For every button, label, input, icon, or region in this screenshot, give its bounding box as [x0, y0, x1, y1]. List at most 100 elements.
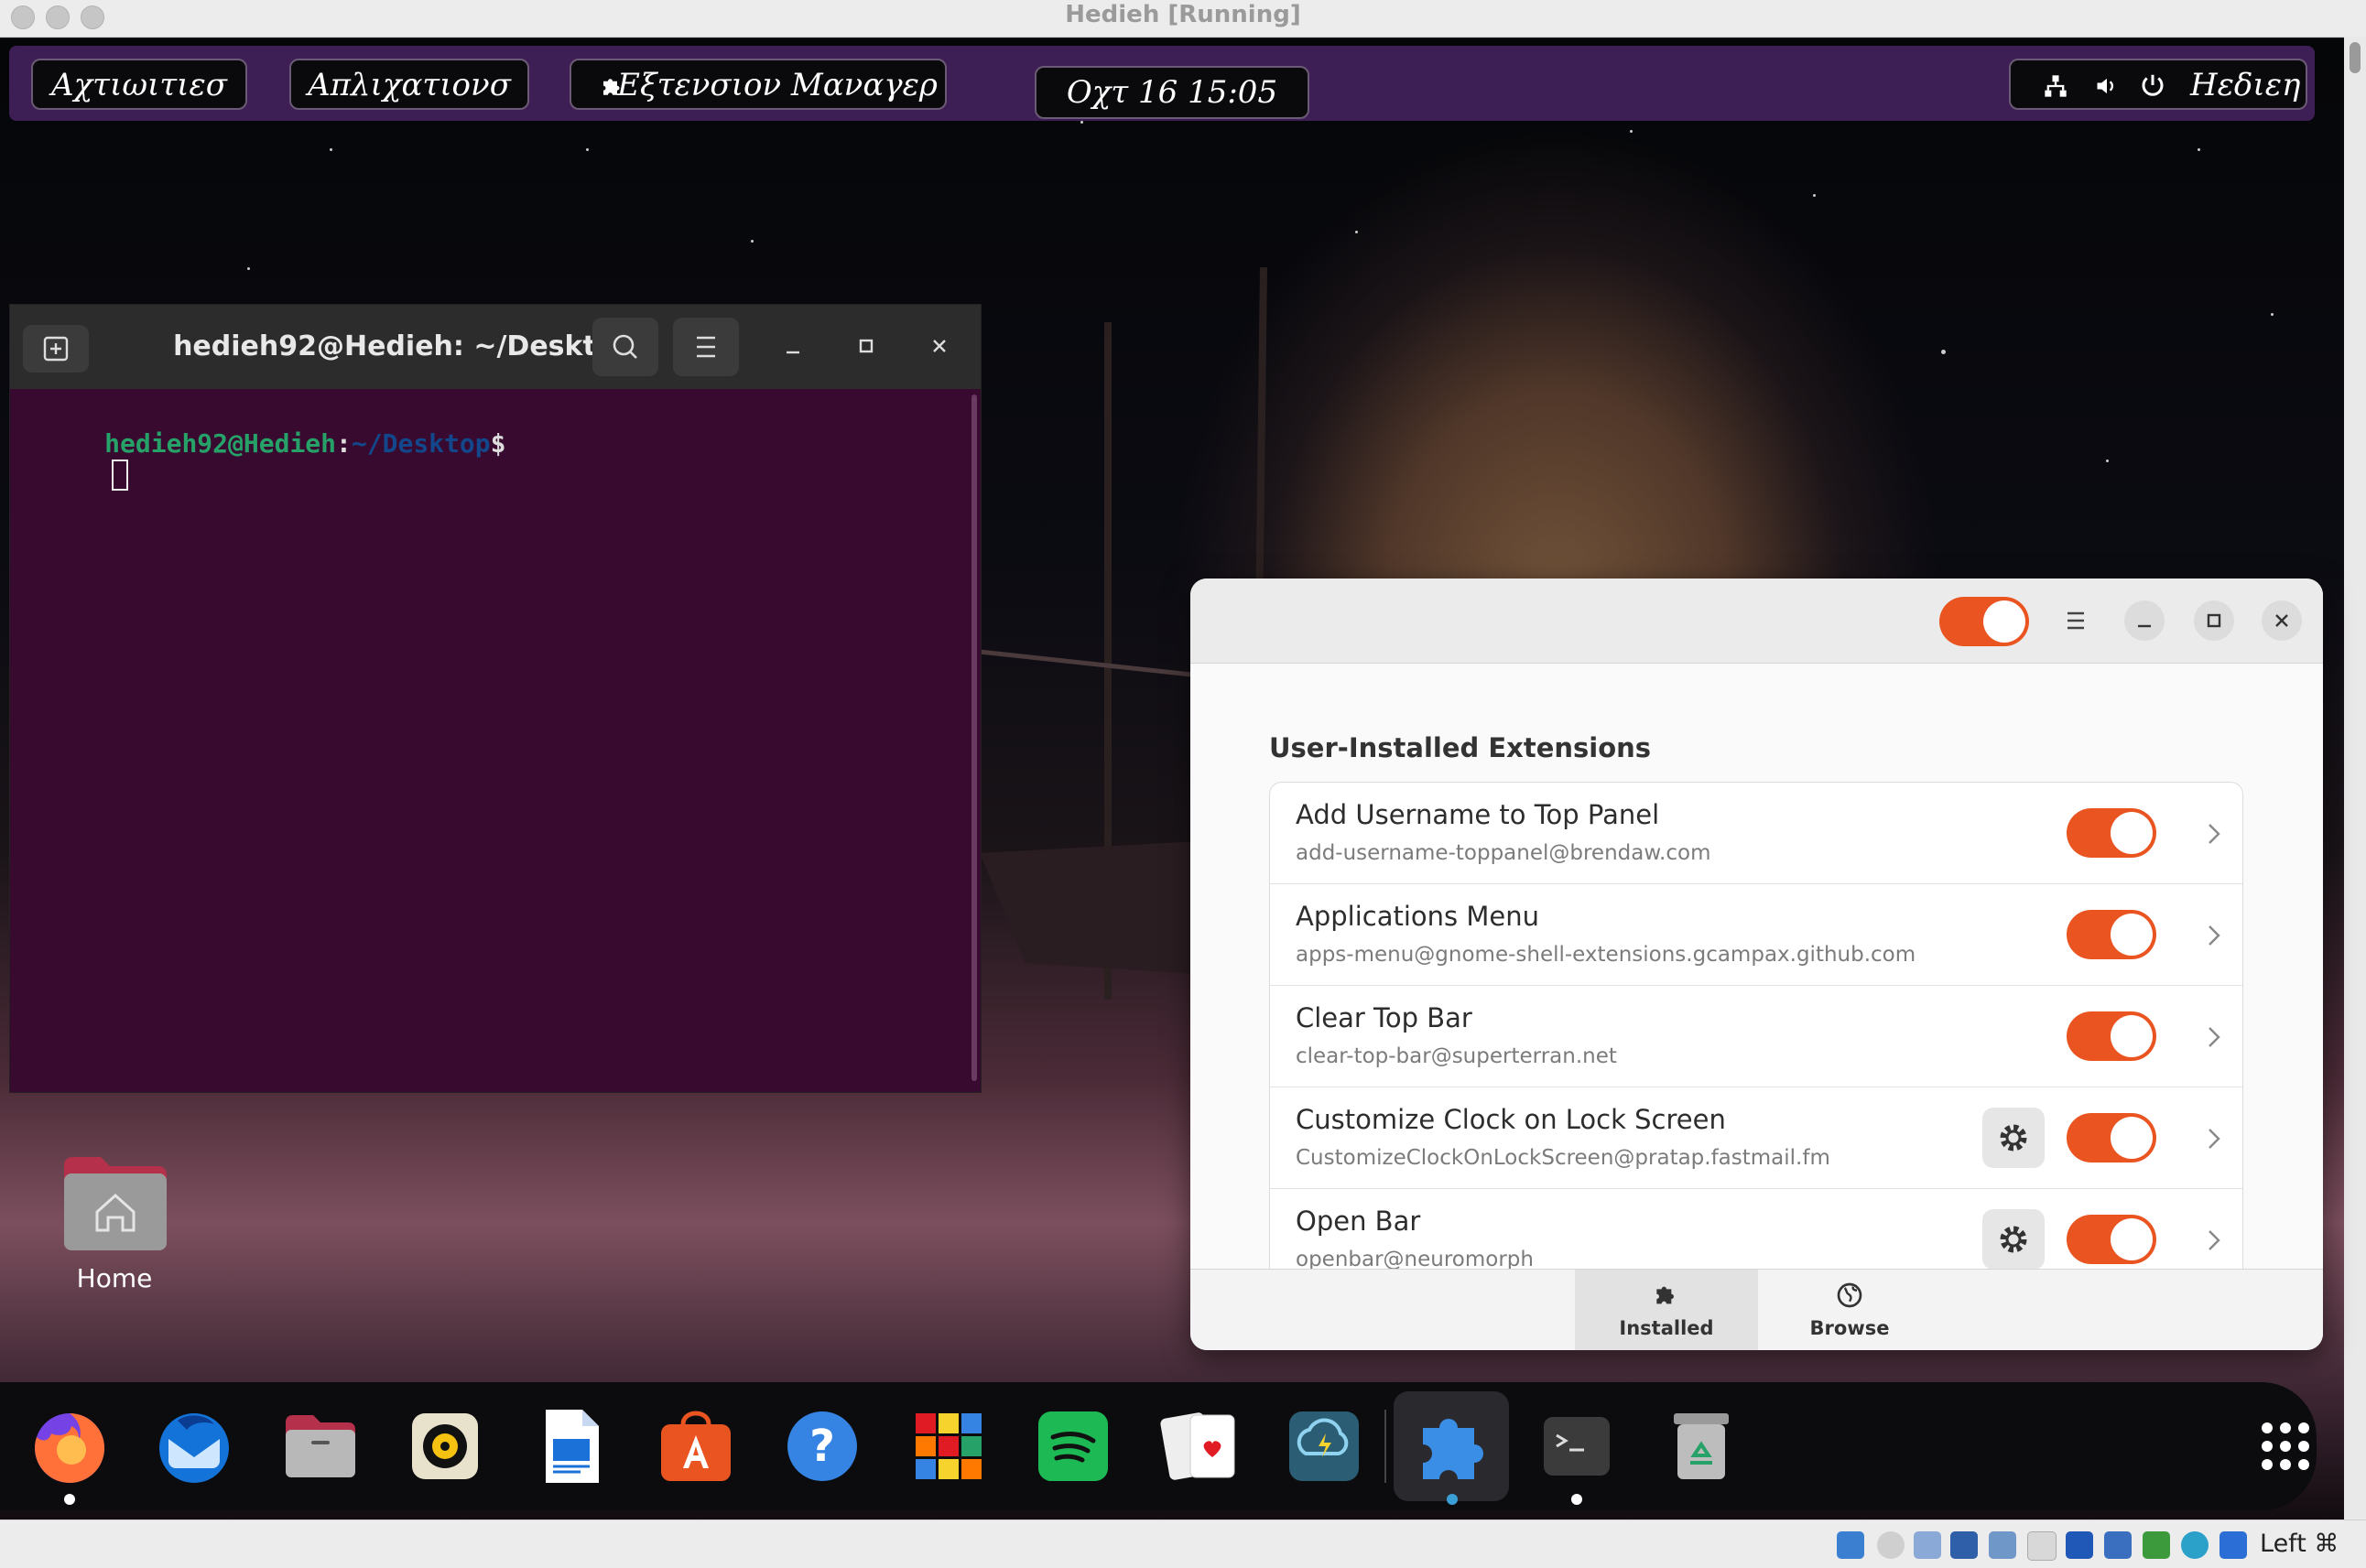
svg-text:?: ? — [809, 1421, 835, 1472]
tab-installed[interactable]: Installed — [1575, 1270, 1758, 1350]
home-folder-label[interactable]: Home — [37, 1263, 192, 1293]
minimize-icon — [2138, 624, 2151, 628]
usb-icon[interactable] — [1989, 1531, 2016, 1559]
extension-toggle[interactable] — [2067, 1215, 2156, 1264]
terminal-output[interactable]: hedieh92@Hedieh:~/Desktop$ — [10, 389, 981, 1092]
hamburger-menu-icon[interactable] — [2060, 602, 2091, 639]
audio-icon[interactable] — [1914, 1531, 1941, 1559]
volume-icon — [2097, 78, 2113, 94]
spotify-icon[interactable] — [1029, 1402, 1117, 1490]
view-switcher-bar: Installed Browse — [1190, 1269, 2323, 1350]
terminal-search-button[interactable] — [592, 318, 658, 376]
maximize-button[interactable] — [2194, 600, 2234, 641]
cpu-icon[interactable] — [2143, 1531, 2170, 1559]
prompt-separator: : — [336, 428, 352, 459]
close-button[interactable] — [2262, 600, 2302, 641]
dock-separator — [1384, 1410, 1386, 1483]
extension-name: Clear Top Bar — [1296, 1002, 1472, 1033]
extension-name: Open Bar — [1296, 1206, 1421, 1237]
chevron-right-icon[interactable] — [2200, 816, 2228, 852]
shared-folders-icon[interactable] — [2027, 1531, 2057, 1561]
terminal-icon[interactable] — [1533, 1402, 1621, 1490]
extension-id: CustomizeClockOnLockScreen@pratap.fastma… — [1296, 1146, 1830, 1170]
extensions-master-toggle[interactable] — [1939, 597, 2029, 646]
activities-button[interactable]: Αχτιωιτιεσ — [31, 59, 247, 110]
prompt-symbol: $ — [490, 428, 506, 459]
minimize-button[interactable] — [2124, 600, 2165, 641]
close-icon — [2275, 614, 2288, 627]
files-icon[interactable] — [277, 1402, 364, 1490]
extension-row[interactable]: Applications Menu apps-menu@gnome-shell-… — [1270, 884, 2242, 986]
trash-icon[interactable] — [1657, 1402, 1745, 1490]
vm-window-titlebar: Hedieh [Running] — [0, 0, 2366, 38]
keyboard-capture-icon[interactable] — [2219, 1531, 2247, 1559]
terminal-menu-button[interactable] — [673, 318, 739, 376]
close-icon[interactable] — [926, 332, 953, 360]
firefox-icon[interactable] — [26, 1402, 114, 1490]
chevron-right-icon[interactable] — [2200, 1120, 2228, 1157]
scrollbar-thumb[interactable] — [2350, 42, 2361, 73]
extension-settings-button[interactable] — [1982, 1108, 2045, 1168]
puzzle-icon — [1656, 1286, 1674, 1304]
section-title: User-Installed Extensions — [1269, 732, 1652, 763]
extension-manager-window[interactable]: User-Installed Extensions Add Username t… — [1190, 579, 2323, 1350]
terminal-window[interactable]: hedieh92@Hedieh: ~/Desktop hedieh92@Hedi… — [9, 304, 982, 1093]
extension-toggle[interactable] — [2067, 808, 2156, 858]
rhythmbox-icon[interactable] — [401, 1402, 489, 1490]
extension-row[interactable]: Add Username to Top Panel add-username-t… — [1270, 783, 2242, 884]
chevron-right-icon[interactable] — [2200, 917, 2228, 954]
extension-settings-button[interactable] — [1982, 1209, 2045, 1270]
maximize-icon[interactable] — [852, 332, 880, 360]
help-icon[interactable]: ? — [778, 1402, 866, 1490]
new-tab-icon — [43, 336, 69, 362]
tab-browse-label: Browse — [1809, 1317, 1890, 1339]
extension-manager-icon[interactable] — [1408, 1402, 1496, 1490]
writer-icon[interactable] — [527, 1402, 615, 1490]
solitaire-icon[interactable] — [1156, 1402, 1243, 1490]
terminal-title: hedieh92@Hedieh: ~/Desktop — [173, 330, 635, 362]
extension-toggle[interactable] — [2067, 910, 2156, 959]
extension-manager-headerbar — [1190, 579, 2323, 664]
extension-id: apps-menu@gnome-shell-extensions.gcampax… — [1296, 943, 1916, 967]
clock-button[interactable]: Οχτ 16 15:05 — [1035, 66, 1309, 119]
virtualbox-status-bar: Left ⌘ — [0, 1519, 2366, 1568]
extension-manager-app-button[interactable]: Εξτενσιον Μαναγερ — [570, 59, 947, 110]
extension-row[interactable]: Clear Top Bar clear-top-bar@superterran.… — [1270, 986, 2242, 1087]
dock: ? — [0, 1382, 2317, 1510]
globe-icon — [1837, 1282, 1862, 1308]
new-tab-button[interactable] — [23, 325, 89, 373]
window-scrollbar[interactable] — [2344, 37, 2366, 1519]
mouse-integration-icon[interactable] — [2181, 1531, 2209, 1559]
extension-row[interactable]: Customize Clock on Lock Screen Customize… — [1270, 1087, 2242, 1189]
system-menu-button[interactable]: Ηεδιεη — [2009, 59, 2307, 110]
extension-toggle[interactable] — [2067, 1113, 2156, 1162]
mahjongg-icon[interactable] — [905, 1402, 993, 1490]
extension-manager-label: Εξτενσιον Μαναγερ — [617, 67, 938, 103]
tab-installed-label: Installed — [1619, 1317, 1714, 1339]
home-folder-icon[interactable] — [60, 1153, 170, 1252]
hard-disk-icon[interactable] — [1837, 1531, 1864, 1559]
display-icon[interactable] — [2066, 1531, 2093, 1559]
extension-toggle[interactable] — [2067, 1011, 2156, 1061]
network-adapter-icon[interactable] — [1950, 1531, 1978, 1559]
minimize-icon[interactable] — [779, 332, 807, 360]
search-icon — [613, 334, 637, 359]
app-grid-icon[interactable] — [2241, 1402, 2329, 1490]
tab-browse[interactable]: Browse — [1758, 1270, 1941, 1350]
chevron-right-icon[interactable] — [2200, 1222, 2228, 1259]
recording-icon[interactable] — [2104, 1531, 2132, 1559]
gear-icon — [2000, 1124, 2027, 1152]
terminal-scrollbar[interactable] — [971, 395, 977, 1081]
panel-username: Ηεδιεη — [2190, 67, 2301, 103]
top-panel: Αχτιωιτιεσ Απλιχατιονσ Εξτενσιον Μαναγερ… — [9, 46, 2315, 121]
terminal-headerbar: hedieh92@Hedieh: ~/Desktop — [10, 305, 981, 389]
chevron-right-icon[interactable] — [2200, 1019, 2228, 1055]
optical-drive-icon[interactable] — [1877, 1531, 1905, 1559]
extension-list: Add Username to Top Panel add-username-t… — [1269, 782, 2243, 1320]
extension-id: add-username-toppanel@brendaw.com — [1296, 841, 1711, 865]
applications-menu-button[interactable]: Απλιχατιονσ — [289, 59, 529, 110]
app-center-icon[interactable] — [652, 1402, 740, 1490]
thunderbird-icon[interactable] — [150, 1402, 238, 1490]
extension-name: Add Username to Top Panel — [1296, 799, 1660, 830]
remote-desktop-icon[interactable] — [1280, 1402, 1368, 1490]
